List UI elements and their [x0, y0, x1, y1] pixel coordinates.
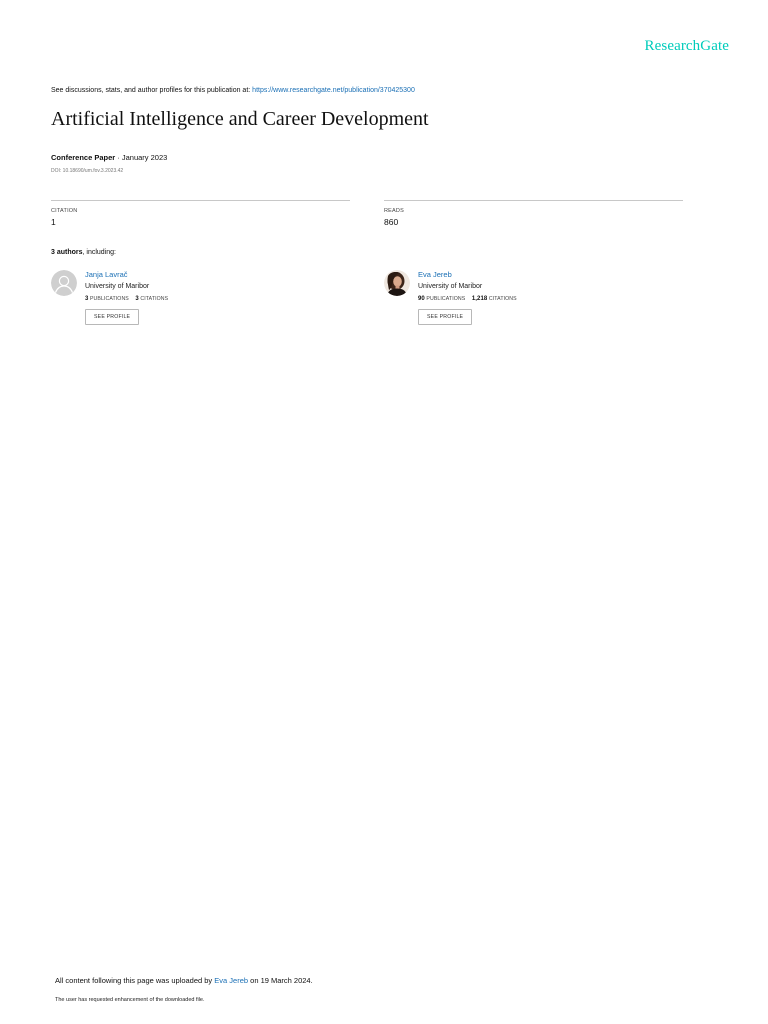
citation-stat: CITATION 1 — [51, 200, 350, 227]
paper-doi: DOI: 10.18690/um.fov.3.2023.42 — [51, 168, 124, 174]
reads-label: READS — [384, 208, 404, 214]
author-institution: University of Maribor — [85, 283, 150, 290]
paper-meta: Conference Paper · January 2023 — [51, 153, 167, 162]
publications-count: 90 — [418, 296, 425, 302]
researchgate-logo[interactable]: ResearchGate — [645, 38, 729, 55]
citations-count: 3 — [135, 296, 139, 302]
upload-suffix: on 19 March 2024. — [248, 976, 313, 985]
author-name-link[interactable]: Janja Lavrač — [85, 270, 168, 279]
author-institution: University of Maribor — [418, 283, 483, 290]
citations-label: CITATIONS — [488, 296, 517, 302]
discussion-prefix: See discussions, stats, and author profi… — [51, 87, 253, 94]
citation-label: CITATION — [51, 208, 78, 214]
citations-count: 1,218 — [471, 296, 488, 302]
citation-value: 1 — [51, 217, 56, 227]
author-name-link[interactable]: Eva Jereb — [418, 270, 517, 279]
author-photo[interactable] — [384, 270, 410, 296]
reads-stat: READS 860 — [384, 200, 683, 227]
meta-separator: · — [115, 153, 122, 162]
authors-heading: 3 authors, including: — [51, 249, 116, 256]
discussion-line: See discussions, stats, and author profi… — [51, 87, 415, 94]
see-profile-button[interactable]: SEE PROFILE — [418, 309, 473, 325]
reads-value: 860 — [384, 217, 399, 227]
paper-type: Conference Paper — [51, 153, 116, 162]
paper-title: Artificial Intelligence and Career Devel… — [51, 108, 429, 130]
default-avatar-icon[interactable] — [51, 270, 77, 296]
upload-notice: All content following this page was uplo… — [55, 976, 313, 985]
upload-prefix: All content following this page was uplo… — [55, 976, 215, 985]
see-profile-button[interactable]: SEE PROFILE — [85, 309, 140, 325]
publications-label: PUBLICATIONS — [426, 296, 466, 302]
enhancement-note: The user has requested enhancement of th… — [55, 997, 205, 1003]
authors-count: 3 authors — [51, 249, 83, 256]
publication-url-link[interactable]: https://www.researchgate.net/publication… — [252, 87, 415, 94]
author-stats: 90 PUBLICATIONS 1,218 CITATIONS — [418, 296, 517, 302]
publications-label: PUBLICATIONS — [89, 296, 129, 302]
paper-date: January 2023 — [121, 153, 168, 162]
authors-suffix: , including: — [82, 249, 116, 256]
uploader-link[interactable]: Eva Jereb — [214, 976, 248, 985]
publications-count: 3 — [85, 296, 89, 302]
citations-label: CITATIONS — [140, 296, 169, 302]
author-stats: 3 PUBLICATIONS 3 CITATIONS — [85, 296, 168, 302]
